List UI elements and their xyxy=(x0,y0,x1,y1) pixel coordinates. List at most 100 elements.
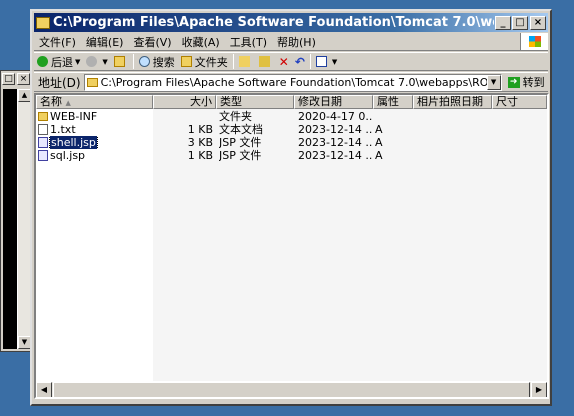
address-label: 地址(D) xyxy=(38,75,81,90)
menu-bar: 文件(F) 编辑(E) 查看(V) 收藏(A) 工具(T) 帮助(H) xyxy=(34,33,548,51)
toolbar-separator xyxy=(232,54,234,69)
jsp-file-icon xyxy=(38,137,48,148)
menu-tools[interactable]: 工具(T) xyxy=(225,34,272,50)
background-vertical-scrollbar[interactable]: ▲ ▼ xyxy=(17,89,31,349)
file-modified: 2020-4-17 0... xyxy=(298,110,373,123)
file-name: 1.txt xyxy=(50,123,76,136)
minimize-button[interactable]: _ xyxy=(495,15,511,30)
undo-button[interactable]: ↶ xyxy=(292,53,308,70)
copy-to-icon xyxy=(258,56,270,67)
toolbar-separator xyxy=(309,54,311,69)
search-label: 搜索 xyxy=(152,55,175,69)
file-type: 文件夹 xyxy=(219,110,252,123)
folder-icon xyxy=(36,16,50,29)
column-header-attributes[interactable]: 属性 xyxy=(373,95,413,109)
address-dropdown-button[interactable]: ▼ xyxy=(486,74,501,90)
go-button[interactable]: ➜ 转到 xyxy=(507,74,545,90)
forward-arrow-icon xyxy=(86,56,98,67)
maximize-button[interactable]: □ xyxy=(512,15,528,30)
file-type: 文本文档 xyxy=(219,123,263,136)
file-rows: WEB-INF 文件夹 2020-4-17 0... 1.txt 1 KB 文本… xyxy=(36,110,547,162)
back-button[interactable]: 后退 ▼ xyxy=(34,53,83,70)
file-size: 1 KB xyxy=(187,149,213,162)
text-file-icon xyxy=(38,124,48,135)
explorer-window: C:\Program Files\Apache Software Foundat… xyxy=(30,9,552,406)
file-type: JSP 文件 xyxy=(219,136,262,149)
column-header-modified[interactable]: 修改日期 xyxy=(294,95,373,109)
folder-icon xyxy=(38,112,48,121)
background-window-titlebar: □ × xyxy=(1,71,30,87)
back-arrow-icon xyxy=(37,56,48,67)
forward-button[interactable]: ▼ xyxy=(83,53,110,70)
move-to-icon xyxy=(238,56,250,67)
column-header-name[interactable]: 名称 ▲ xyxy=(36,95,153,109)
search-icon xyxy=(138,56,150,67)
file-modified: 2023-12-14 ... xyxy=(298,123,373,136)
delete-button[interactable]: ✕ xyxy=(276,53,292,70)
column-header-size[interactable]: 大小 xyxy=(153,95,216,109)
up-folder-icon xyxy=(113,56,125,67)
column-header-type[interactable]: 类型 xyxy=(216,95,294,109)
folders-icon xyxy=(180,56,192,67)
search-button[interactable]: 搜索 xyxy=(136,53,178,70)
column-header-dimensions[interactable]: 尺寸 xyxy=(492,95,547,109)
chevron-down-icon: ▼ xyxy=(331,57,338,66)
file-modified: 2023-12-14 ... xyxy=(298,149,373,162)
menu-favorites[interactable]: 收藏(A) xyxy=(177,34,225,50)
background-close-button[interactable]: × xyxy=(17,73,30,85)
sort-up-icon: ▲ xyxy=(65,99,71,107)
toolbar: 后退 ▼ ▼ 搜索 文件夹 ✕ ↶ ▼ xyxy=(34,52,548,71)
file-name: sql.jsp xyxy=(50,149,86,162)
address-input[interactable]: C:\Program Files\Apache Software Foundat… xyxy=(83,73,502,91)
menu-file[interactable]: 文件(F) xyxy=(34,34,81,50)
back-label: 后退 xyxy=(51,55,73,69)
close-button[interactable]: × xyxy=(530,15,546,30)
scroll-right-arrow-icon[interactable]: ▶ xyxy=(531,382,547,397)
file-attributes: A xyxy=(375,123,383,136)
title-bar[interactable]: C:\Program Files\Apache Software Foundat… xyxy=(34,13,548,32)
scroll-left-arrow-icon[interactable]: ◀ xyxy=(36,382,52,397)
horizontal-scrollbar[interactable]: ◀ ▶ xyxy=(36,381,547,397)
background-window: □ × ▲ ▼ xyxy=(0,70,31,352)
go-label: 转到 xyxy=(522,76,545,89)
chevron-down-icon: ▼ xyxy=(75,57,81,66)
views-icon xyxy=(315,56,327,67)
file-list[interactable]: 名称 ▲ 大小 类型 修改日期 属性 相片拍照日期 尺寸 WEB-INF 文件夹… xyxy=(34,93,549,399)
jsp-file-icon xyxy=(38,150,48,161)
file-size: 3 KB xyxy=(187,136,213,149)
menu-view[interactable]: 查看(V) xyxy=(128,34,176,50)
column-label: 名称 xyxy=(40,95,62,108)
scrollbar-thumb[interactable] xyxy=(53,382,530,397)
up-folder-button[interactable] xyxy=(111,53,131,70)
file-name: shell.jsp xyxy=(49,136,98,149)
views-button[interactable]: ▼ xyxy=(313,53,340,70)
toolbar-separator xyxy=(132,54,134,69)
go-arrow-icon: ➜ xyxy=(507,76,520,88)
list-item[interactable]: WEB-INF 文件夹 2020-4-17 0... xyxy=(36,110,547,123)
window-title: C:\Program Files\Apache Software Foundat… xyxy=(53,15,494,30)
chevron-down-icon: ▼ xyxy=(102,57,108,66)
background-window-content xyxy=(3,89,17,349)
copy-to-button[interactable] xyxy=(256,53,276,70)
folder-icon xyxy=(86,77,98,87)
folders-button[interactable]: 文件夹 xyxy=(178,53,231,70)
address-bar: 地址(D) C:\Program Files\Apache Software F… xyxy=(34,72,548,92)
address-value: C:\Program Files\Apache Software Foundat… xyxy=(100,75,502,89)
list-item-selected[interactable]: shell.jsp 3 KB JSP 文件 2023-12-14 ... A xyxy=(36,136,547,149)
background-maximize-button[interactable]: □ xyxy=(2,73,15,85)
menu-edit[interactable]: 编辑(E) xyxy=(81,34,129,50)
file-modified: 2023-12-14 ... xyxy=(298,136,373,149)
column-header-photo-date[interactable]: 相片拍照日期 xyxy=(413,95,492,109)
windows-logo-icon xyxy=(520,33,548,50)
delete-icon: ✕ xyxy=(278,54,289,69)
file-attributes: A xyxy=(375,136,383,149)
menu-help[interactable]: 帮助(H) xyxy=(272,34,321,50)
undo-icon: ↶ xyxy=(294,54,305,69)
file-type: JSP 文件 xyxy=(219,149,262,162)
column-headers: 名称 ▲ 大小 类型 修改日期 属性 相片拍照日期 尺寸 xyxy=(36,95,547,109)
list-item[interactable]: 1.txt 1 KB 文本文档 2023-12-14 ... A xyxy=(36,123,547,136)
list-item[interactable]: sql.jsp 1 KB JSP 文件 2023-12-14 ... A xyxy=(36,149,547,162)
file-size: 1 KB xyxy=(187,123,213,136)
folders-label: 文件夹 xyxy=(194,55,228,69)
move-to-button[interactable] xyxy=(236,53,256,70)
